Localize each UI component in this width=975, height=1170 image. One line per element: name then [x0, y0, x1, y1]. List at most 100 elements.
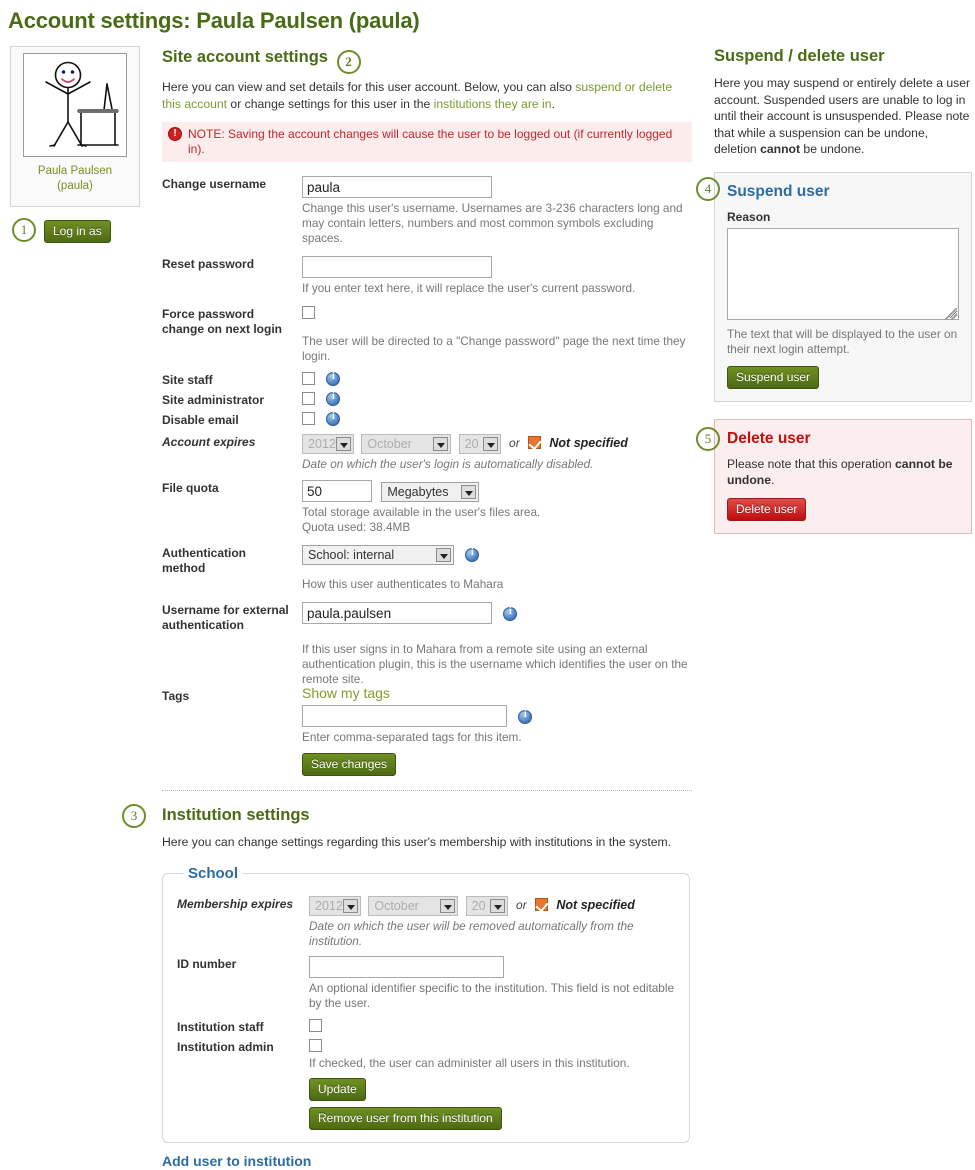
field-row-file-quota: File quota Megabytes Total storage avail…: [162, 480, 692, 535]
error-icon: [168, 126, 182, 141]
institution-admin-checkbox[interactable]: [309, 1038, 322, 1052]
disable-email-checkbox[interactable]: [302, 412, 315, 425]
account-expires-year-select[interactable]: 2012: [302, 434, 354, 454]
membership-expires-year-select[interactable]: 2012: [309, 895, 361, 916]
delete-user-button[interactable]: Delete user: [727, 497, 807, 521]
field-row-force-password-change: Force password change on next login The …: [162, 306, 692, 364]
delete-user-panel: Delete user Please note that this operat…: [714, 418, 972, 534]
add-user-to-institution-heading-link[interactable]: Add user to institution: [162, 1153, 311, 1169]
chevron-down-icon: [343, 898, 358, 913]
institutions-link[interactable]: institutions they are in: [434, 97, 552, 111]
field-row-external-username: Username for external authentication If …: [162, 602, 692, 687]
avatar-name: Paula Paulsen (paula): [11, 164, 139, 194]
info-icon[interactable]: [326, 371, 341, 386]
membership-expires-day-select[interactable]: 20: [465, 895, 508, 916]
force-password-change-help: The user will be directed to a "Change p…: [302, 334, 686, 363]
institution-school-legend: School: [188, 864, 239, 882]
suspend-delete-intro: Here you may suspend or entirely delete …: [714, 76, 971, 156]
info-icon[interactable]: [518, 709, 533, 724]
suspend-delete-section: Suspend / delete user Here you may suspe…: [714, 46, 972, 534]
step-marker-5: 5: [696, 427, 720, 451]
institution-settings-section: 3 Institution settings Here you can chan…: [122, 804, 692, 1170]
reset-password-label: Reset password: [162, 257, 255, 271]
membership-expires-label: Membership expires: [177, 896, 294, 911]
field-row-institution-admin: Institution admin If checked, the user c…: [177, 1038, 675, 1130]
suspend-reason-textarea[interactable]: [727, 227, 959, 320]
reset-password-input[interactable]: [302, 256, 492, 278]
institution-staff-label: Institution staff: [177, 1019, 264, 1034]
suspend-delete-heading: Suspend / delete user: [714, 47, 885, 65]
site-administrator-checkbox[interactable]: [302, 392, 315, 405]
account-expires-label: Account expires: [162, 435, 256, 449]
chevron-down-icon: [461, 485, 477, 500]
chevron-down-icon: [440, 898, 456, 913]
remove-user-from-institution-button[interactable]: Remove user from this institution: [309, 1106, 502, 1130]
chevron-down-icon: [336, 437, 351, 451]
field-row-account-expires: Account expires 2012 October 20 or Not s…: [162, 434, 692, 472]
external-username-label: Username for external authentication: [162, 603, 289, 633]
membership-expires-help: Date on which the user will be removed a…: [309, 918, 634, 948]
suspend-reason-label: Reason: [727, 209, 771, 224]
or-label: or: [509, 436, 520, 451]
file-quota-input[interactable]: [302, 480, 372, 502]
change-username-label: Change username: [162, 177, 267, 191]
force-password-change-checkbox[interactable]: [302, 306, 315, 319]
info-icon[interactable]: [326, 391, 341, 406]
authentication-method-select[interactable]: School: internal: [302, 545, 454, 566]
save-changes-button[interactable]: Save changes: [302, 753, 397, 777]
authentication-method-label: Authentication method: [162, 546, 246, 576]
site-staff-checkbox[interactable]: [302, 372, 315, 385]
membership-expires-not-specified-checkbox[interactable]: [535, 898, 549, 911]
suspend-user-button[interactable]: Suspend user: [727, 365, 820, 389]
chevron-down-icon: [433, 437, 449, 451]
chevron-down-icon: [482, 437, 498, 451]
profile-full-name: Paula Paulsen: [37, 165, 113, 177]
account-expires-not-specified-label: Not specified: [549, 436, 628, 451]
id-number-label: ID number: [177, 956, 237, 971]
membership-expires-month-select[interactable]: October: [368, 895, 459, 916]
institution-staff-checkbox[interactable]: [309, 1018, 322, 1032]
info-icon[interactable]: [465, 547, 480, 562]
account-expires-day-select[interactable]: 20: [458, 434, 501, 454]
id-number-input[interactable]: [309, 955, 504, 978]
profile-card: Paula Paulsen (paula): [10, 46, 140, 207]
field-row-id-number: ID number An optional identifier specifi…: [177, 955, 675, 1011]
field-row-tags: Tags Show my tags Enter comma-separated …: [162, 685, 692, 777]
stick-figure-icon: [45, 61, 119, 147]
site-account-settings-heading: Site account settings 2: [162, 46, 692, 74]
institution-settings-intro: Here you can change settings regarding t…: [162, 835, 672, 850]
field-row-site-staff: Site staff: [162, 371, 692, 387]
info-icon[interactable]: [503, 606, 518, 621]
show-my-tags-link[interactable]: Show my tags: [302, 685, 390, 701]
field-row-reset-password: Reset password If you enter text here, i…: [162, 256, 692, 296]
log-in-as-button[interactable]: Log in as: [44, 220, 111, 243]
site-administrator-label: Site administrator: [162, 393, 265, 407]
institution-school-fieldset: School Membership expires 2012 October 2…: [162, 864, 690, 1143]
external-username-help: If this user signs in to Mahara from a r…: [302, 642, 688, 687]
change-username-help: Change this user's username. Usernames a…: [302, 201, 683, 245]
delete-user-note: Please note that this operation cannot b…: [727, 456, 953, 488]
site-staff-label: Site staff: [162, 373, 213, 387]
tags-input[interactable]: [302, 705, 507, 728]
chevron-down-icon: [489, 898, 505, 913]
account-expires-not-specified-checkbox[interactable]: [528, 436, 542, 450]
logout-warning-note: NOTE: Saving the account changes will ca…: [162, 122, 692, 162]
field-row-authentication-method: Authentication method School: internal H…: [162, 545, 692, 592]
institution-settings-heading: Institution settings: [162, 806, 310, 825]
update-button[interactable]: Update: [309, 1077, 366, 1101]
info-icon[interactable]: [326, 411, 341, 426]
file-quota-help-used: Quota used: 38.4MB: [302, 520, 411, 535]
avatar: [23, 53, 127, 157]
field-row-disable-email: Disable email: [162, 411, 692, 427]
change-username-input[interactable]: [302, 176, 492, 198]
disable-email-label: Disable email: [162, 413, 239, 427]
tags-label: Tags: [162, 689, 190, 704]
file-quota-unit-select[interactable]: Megabytes: [381, 482, 480, 503]
tags-help: Enter comma-separated tags for this item…: [302, 730, 522, 745]
external-username-input[interactable]: [302, 602, 492, 625]
delete-user-heading: Delete user: [727, 429, 811, 447]
file-quota-help-total: Total storage available in the user's fi…: [302, 505, 541, 520]
account-expires-month-select[interactable]: October: [361, 434, 452, 454]
force-password-change-label: Force password change on next login: [162, 307, 283, 336]
profile-username: (paula): [57, 180, 93, 192]
